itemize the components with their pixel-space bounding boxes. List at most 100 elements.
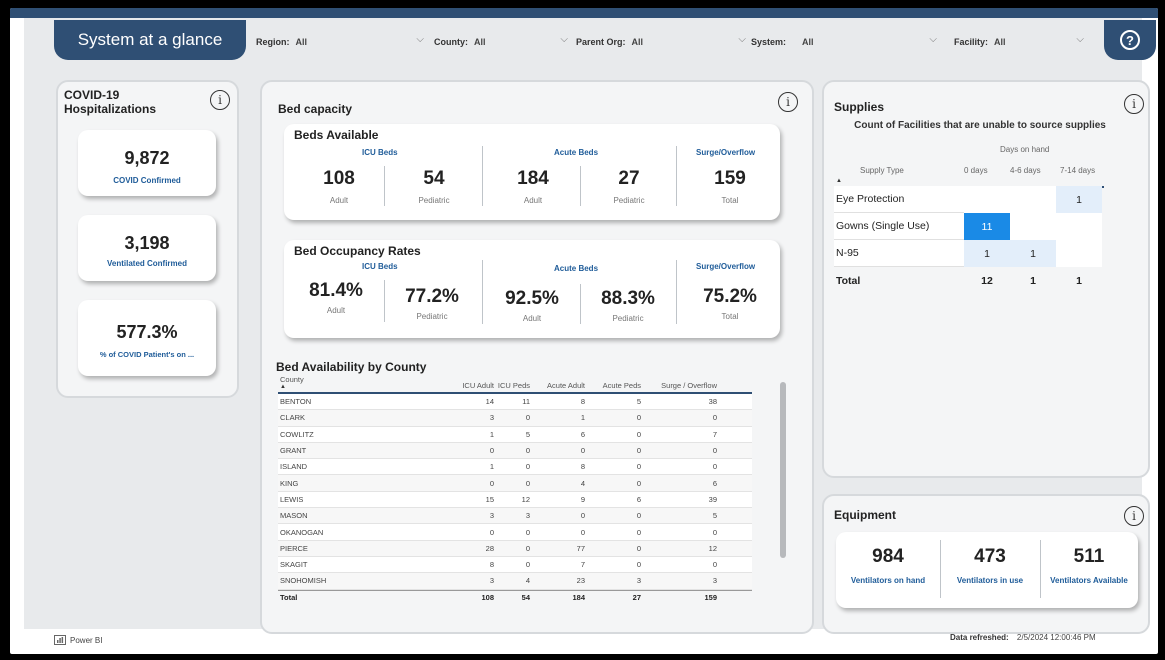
column-header[interactable]: Surge / Overflow	[641, 381, 723, 390]
column-header[interactable]: Acute Peds	[585, 381, 641, 390]
table-row[interactable]: LEWIS 15 12 9 6 39	[278, 491, 752, 509]
table-row[interactable]: ISLAND 1 0 8 0 0	[278, 459, 752, 476]
bed-occupancy-title: Bed Occupancy Rates	[294, 244, 421, 258]
county-table: County ▲ ICU Adult ICU Peds Acute Adult A…	[278, 375, 752, 604]
ventilators-card: 984 Ventilators on hand 473 Ventilators …	[836, 532, 1138, 608]
table-cell: 3	[489, 511, 494, 521]
table-cell: OKANOGAN	[280, 527, 324, 537]
table-cell: 54	[521, 592, 530, 602]
info-icon[interactable]: i	[1124, 94, 1144, 114]
table-cell: 0	[636, 560, 641, 570]
table-cell: 8	[489, 560, 494, 570]
ventilators-on-hand: 984 Ventilators on hand	[836, 546, 940, 585]
page-title: System at a glance	[54, 20, 246, 60]
page-title-text: System at a glance	[77, 30, 223, 49]
kpi-value: 81.4%	[309, 280, 363, 301]
table-row[interactable]: GRANT 0 0 0 0 0	[278, 442, 752, 460]
covid-panel: COVID-19 Hospitalizations i 9,872 COVID …	[56, 80, 239, 398]
icu-pediatric-available: 54 Pediatric	[399, 168, 469, 205]
table-total-row: Total 12 1 1	[834, 267, 1116, 294]
filter-label: Parent Org:	[576, 37, 626, 47]
table-row[interactable]: SKAGIT 8 0 7 0 0	[278, 556, 752, 574]
table-row[interactable]: N-95 1 1	[834, 240, 1116, 267]
filter-region[interactable]: Region: All ⌵	[256, 34, 424, 50]
table-cell: 0	[525, 560, 530, 570]
power-bi-brand[interactable]: Power BI	[54, 635, 102, 645]
table-cell: MASON	[280, 511, 308, 521]
table-row[interactable]: PIERCE 28 0 77 0 12	[278, 540, 752, 557]
table-row[interactable]: BENTON 14 11 8 5 38	[278, 394, 752, 411]
table-cell: 1	[489, 462, 494, 472]
chevron-down-icon: ⌵	[560, 34, 568, 45]
chevron-down-icon: ⌵	[1076, 34, 1084, 45]
info-icon[interactable]: i	[1124, 506, 1144, 526]
table-cell: 9	[580, 494, 585, 504]
table-cell: 0	[489, 527, 494, 537]
icu-adult-available: 108 Adult	[304, 168, 374, 205]
column-header[interactable]: 7-14 days	[1060, 166, 1095, 175]
filter-value: All	[474, 37, 486, 47]
kpi-label: Pediatric	[613, 196, 645, 205]
kpi-ventilated-confirmed: 3,198 Ventilated Confirmed	[78, 215, 216, 281]
table-row[interactable]: MASON 3 3 0 0 5	[278, 508, 752, 525]
table-cell: 1	[1030, 274, 1036, 287]
table-cell: 5	[712, 511, 717, 521]
table-cell: 5	[636, 397, 641, 407]
column-header-supply-type[interactable]: Supply Type	[860, 166, 904, 175]
surge-total-available: 159 Total	[692, 168, 768, 205]
table-cell: 1	[580, 413, 585, 423]
table-total-row: Total 108 54 184 27 159	[278, 589, 752, 604]
table-cell: 0	[636, 511, 641, 521]
help-icon: ?	[1120, 30, 1140, 50]
table-cell: 0	[636, 462, 641, 472]
info-icon[interactable]: i	[778, 92, 798, 112]
table-cell: 8	[580, 462, 585, 472]
column-header-county[interactable]: County ▲	[278, 375, 443, 390]
report-frame: System at a glance Region: All ⌵ County:…	[10, 8, 1158, 654]
supplies-title: Supplies	[834, 100, 885, 114]
column-header[interactable]: ICU Adult	[443, 381, 494, 390]
table-row[interactable]: Eye Protection 1	[834, 186, 1116, 213]
table-row[interactable]: COWLITZ 1 5 6 0 7	[278, 426, 752, 443]
filter-county[interactable]: County: All ⌵	[434, 34, 568, 50]
column-header[interactable]: ICU Peds	[494, 381, 530, 390]
table-cell: 0	[580, 446, 585, 456]
table-row[interactable]: KING 0 0 4 0 6	[278, 475, 752, 492]
table-cell: 0	[636, 478, 641, 488]
filter-facility[interactable]: Facility: All ⌵	[954, 34, 1084, 50]
table-cell: 15	[485, 494, 494, 504]
report-canvas: System at a glance Region: All ⌵ County:…	[24, 8, 1156, 634]
column-header[interactable]: 0 days	[964, 166, 988, 175]
table-cell: 1	[964, 240, 1010, 267]
table-cell: 159	[704, 592, 717, 602]
equipment-title: Equipment	[834, 508, 896, 522]
info-icon[interactable]: i	[210, 90, 230, 110]
table-cell	[1056, 240, 1102, 267]
kpi-value: 54	[423, 168, 445, 189]
filter-parent-org[interactable]: Parent Org: All ⌵	[576, 34, 746, 50]
table-cell: 11	[522, 397, 530, 407]
table-row[interactable]: Gowns (Single Use) 11	[834, 213, 1116, 240]
chevron-down-icon: ⌵	[416, 34, 424, 45]
county-table-title: Bed Availability by County	[276, 360, 427, 374]
divider	[384, 166, 385, 206]
table-cell	[964, 186, 1010, 213]
help-button[interactable]: ?	[1104, 20, 1156, 60]
column-header[interactable]: Acute Adult	[530, 381, 585, 390]
table-row[interactable]: CLARK 3 0 1 0 0	[278, 410, 752, 427]
table-scrollbar[interactable]	[780, 382, 786, 558]
table-cell: 11	[964, 213, 1010, 240]
filter-system[interactable]: System: All ⌵	[751, 34, 937, 50]
kpi-label: Adult	[329, 196, 349, 205]
chevron-down-icon: ⌵	[738, 34, 746, 45]
divider	[580, 166, 581, 206]
table-cell: 0	[712, 413, 717, 423]
table-row[interactable]: SNOHOMISH 3 4 23 3 3	[278, 573, 752, 590]
group-label: Acute Beds	[554, 148, 599, 157]
refreshed-label: Data refreshed:	[950, 633, 1009, 642]
divider	[580, 284, 581, 324]
table-cell: 0	[636, 446, 641, 456]
table-row[interactable]: OKANOGAN 0 0 0 0 0	[278, 524, 752, 541]
filter-value: All	[994, 37, 1006, 47]
column-header[interactable]: 4-6 days	[1010, 166, 1041, 175]
